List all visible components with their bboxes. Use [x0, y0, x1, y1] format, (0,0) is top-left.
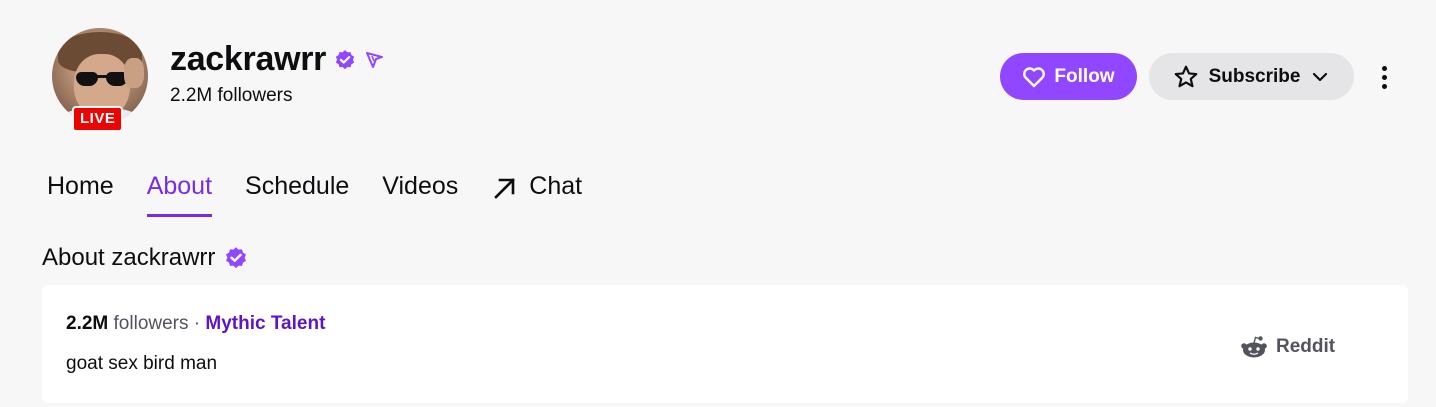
channel-name-row: zackrawrr	[170, 40, 384, 79]
channel-avatar-container[interactable]: LIVE	[52, 28, 148, 132]
follow-label: Follow	[1054, 65, 1115, 87]
separator-dot: ·	[193, 313, 201, 334]
tab-label: Videos	[382, 172, 459, 200]
team-link[interactable]: Mythic Talent	[205, 313, 325, 334]
tab-chat[interactable]: Chat	[491, 172, 582, 218]
tab-home[interactable]: Home	[47, 172, 114, 218]
more-options-icon[interactable]	[1368, 60, 1400, 94]
about-follower-count: 2.2M	[66, 313, 109, 334]
tab-schedule[interactable]: Schedule	[245, 172, 349, 218]
subscribe-label: Subscribe	[1208, 65, 1301, 87]
channel-bio: goat sex bird man	[66, 353, 218, 374]
channel-name: zackrawrr	[170, 40, 327, 78]
about-stats-line: 2.2M followers · Mythic Talent	[66, 313, 325, 335]
tab-label: About	[146, 172, 213, 200]
reddit-link[interactable]: Reddit	[1240, 335, 1335, 359]
tab-label: Home	[47, 172, 114, 200]
reddit-icon	[1241, 336, 1267, 358]
avatar-hand	[124, 58, 144, 88]
tab-videos[interactable]: Videos	[382, 172, 458, 218]
external-arrow-icon	[494, 178, 516, 199]
chevron-down-icon	[1313, 72, 1328, 81]
about-heading: About zackrawrr	[42, 244, 216, 271]
about-followers-word: followers	[113, 313, 189, 334]
follower-count: 2.2M followers	[170, 85, 293, 106]
tab-about[interactable]: About	[146, 172, 213, 218]
partner-prime-icon	[366, 51, 384, 68]
star-icon	[1174, 65, 1197, 87]
subscribe-button[interactable]: Subscribe	[1149, 53, 1354, 100]
channel-tabs: Home About Schedule Videos Chat	[47, 172, 615, 220]
about-heading-row: About zackrawrr	[42, 244, 248, 272]
live-badge: LIVE	[72, 106, 124, 132]
verified-badge-icon	[226, 247, 247, 269]
tab-label: Schedule	[245, 172, 350, 200]
heart-icon	[1023, 66, 1046, 87]
tab-label: Chat	[529, 172, 583, 200]
channel-page: LIVE zackrawrr 2.2M followers Follow Sub…	[0, 0, 1436, 407]
avatar-sunglasses	[76, 72, 128, 86]
reddit-label: Reddit	[1276, 336, 1336, 357]
follow-button[interactable]: Follow	[1000, 53, 1137, 100]
verified-badge-icon	[335, 49, 355, 69]
about-panel: 2.2M followers · Mythic Talent goat sex …	[42, 285, 1408, 403]
